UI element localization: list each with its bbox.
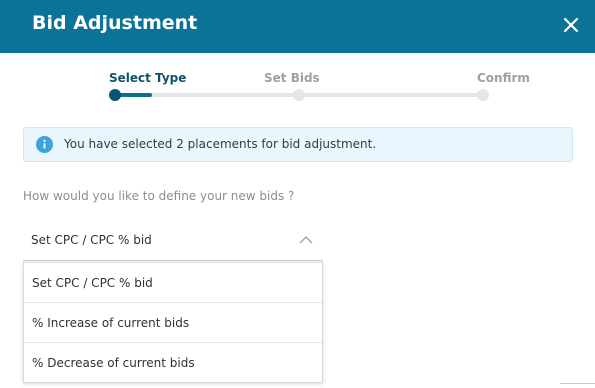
info-banner: You have selected 2 placements for bid a… <box>23 127 573 162</box>
info-icon <box>36 136 53 153</box>
bid-type-select[interactable]: Set CPC / CPC % bid <box>23 228 323 261</box>
option-decrease-bids[interactable]: % Decrease of current bids <box>24 343 322 383</box>
step-select-type: Select Type <box>109 71 187 85</box>
stepper: Select Type Set Bids Confirm <box>0 53 595 113</box>
divider <box>560 383 595 384</box>
option-set-cpc[interactable]: Set CPC / CPC % bid <box>24 263 322 303</box>
option-label: Set CPC / CPC % bid <box>32 276 153 290</box>
dialog-header: Bid Adjustment <box>0 0 595 53</box>
option-label: % Increase of current bids <box>32 316 190 330</box>
close-button[interactable] <box>559 13 583 37</box>
chevron-up-icon[interactable] <box>299 235 313 245</box>
option-increase-bids[interactable]: % Increase of current bids <box>24 303 322 343</box>
step-set-bids: Set Bids <box>264 71 320 85</box>
close-icon[interactable] <box>559 13 583 37</box>
bid-type-selected-value: Set CPC / CPC % bid <box>31 233 152 247</box>
step-confirm: Confirm <box>477 71 530 85</box>
info-message: You have selected 2 placements for bid a… <box>64 137 377 151</box>
bid-type-dropdown: Set CPC / CPC % bid % Increase of curren… <box>23 262 323 383</box>
option-label: % Decrease of current bids <box>32 356 195 370</box>
step-dot-select-type <box>109 89 121 101</box>
step-dot-confirm <box>477 89 489 101</box>
dialog-title: Bid Adjustment <box>32 12 198 34</box>
step-dot-set-bids <box>293 89 305 101</box>
question-label: How would you like to define your new bi… <box>23 189 295 203</box>
